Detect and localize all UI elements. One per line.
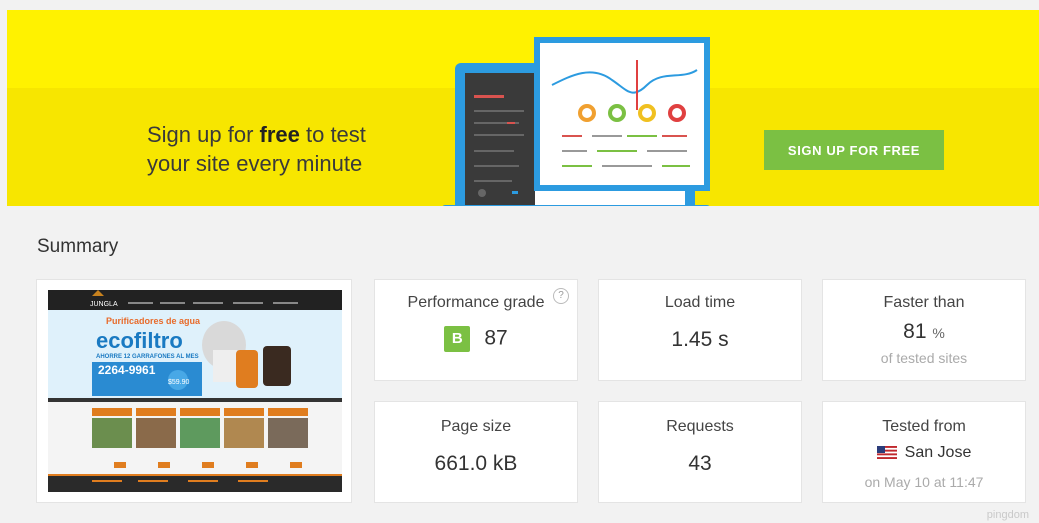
load-time-card: Load time 1.45 s bbox=[598, 279, 802, 381]
load-time-value: 1.45 s bbox=[671, 328, 729, 351]
laptop-sidebar bbox=[465, 73, 535, 205]
faster-than-sub: of tested sites bbox=[880, 350, 968, 366]
tested-from-card: Tested from San Jose on May 10 at 11:47 bbox=[822, 401, 1026, 503]
thumb-price: $59.90 bbox=[168, 379, 190, 386]
performance-grade-value: B 87 bbox=[375, 326, 577, 352]
faster-than-card: Faster than 81 % of tested sites bbox=[822, 279, 1026, 381]
laptop-base bbox=[442, 205, 710, 206]
thumb-headline: Purificadores de agua bbox=[106, 316, 201, 326]
tested-from-location: San Jose bbox=[904, 444, 972, 461]
faster-than-percent: 81 bbox=[903, 320, 927, 343]
requests-card: Requests 43 bbox=[598, 401, 802, 503]
faster-than-label: Faster than bbox=[883, 294, 965, 311]
banner-text-pre: Sign up for bbox=[147, 122, 260, 147]
thumb-phone: 2264-9961 bbox=[98, 363, 156, 377]
load-time-label: Load time bbox=[664, 294, 736, 311]
site-screenshot: JUNGLA Purificadores de agua ecofiltro A… bbox=[48, 290, 342, 492]
signup-banner: Sign up for free to test your site every… bbox=[7, 10, 1039, 206]
site-screenshot-card: JUNGLA Purificadores de agua ecofiltro A… bbox=[36, 279, 352, 503]
banner-text-bold: free bbox=[259, 122, 300, 147]
thumb-brand: JUNGLA bbox=[90, 301, 118, 308]
sign-up-button[interactable]: SIGN UP FOR FREE bbox=[764, 130, 944, 170]
performance-grade-label: Performance grade bbox=[407, 294, 545, 311]
thumb-logo: ecofiltro bbox=[96, 328, 183, 353]
requests-label: Requests bbox=[666, 418, 734, 435]
percent-unit: % bbox=[932, 325, 945, 341]
summary-title: Summary bbox=[37, 236, 119, 257]
page-size-card: Page size 661.0 kB bbox=[374, 401, 578, 503]
performance-grade-card: Performance grade ? B 87 bbox=[374, 279, 578, 381]
thumb-promo: AHORRE 12 GARRAFONES AL MES bbox=[96, 354, 199, 360]
page-size-value: 661.0 kB bbox=[434, 452, 518, 475]
performance-score: 87 bbox=[484, 326, 508, 350]
tested-from-label: Tested from bbox=[882, 418, 966, 435]
laptop-dashboard-illustration bbox=[442, 37, 710, 206]
question-icon[interactable]: ? bbox=[553, 288, 569, 304]
banner-headline: Sign up for free to test your site every… bbox=[147, 120, 407, 178]
us-flag-icon bbox=[876, 446, 897, 460]
tested-from-location-row: San Jose bbox=[823, 444, 1025, 462]
tested-from-date: on May 10 at 11:47 bbox=[864, 474, 984, 490]
requests-value: 43 bbox=[688, 452, 712, 475]
pingdom-watermark: pingdom bbox=[986, 509, 1029, 521]
faster-than-value: 81 % bbox=[823, 320, 1025, 344]
page-size-label: Page size bbox=[440, 418, 512, 435]
grade-badge: B bbox=[444, 326, 471, 352]
